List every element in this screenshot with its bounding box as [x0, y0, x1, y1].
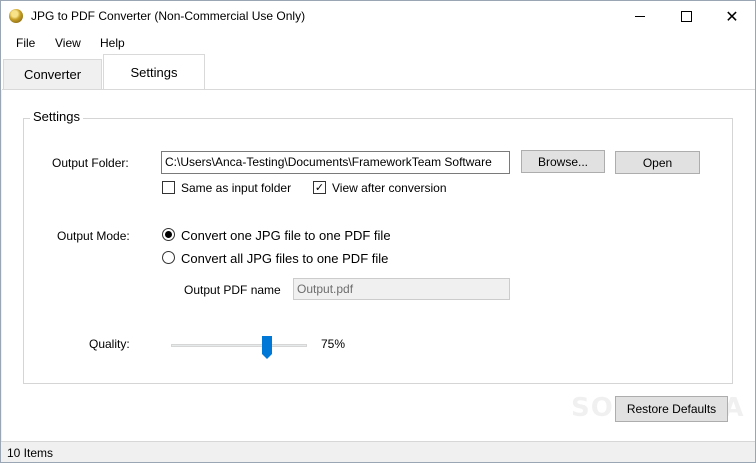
output-folder-label: Output Folder:: [52, 156, 129, 170]
quality-slider-track[interactable]: [171, 344, 307, 347]
view-after-conversion-label[interactable]: View after conversion: [332, 181, 447, 195]
radio-one-to-one-label[interactable]: Convert one JPG file to one PDF file: [181, 228, 391, 243]
radio-one-to-one[interactable]: [162, 228, 175, 241]
menu-help[interactable]: Help: [100, 36, 125, 50]
output-folder-input[interactable]: C:\Users\Anca-Testing\Documents\Framewor…: [161, 151, 510, 174]
radio-all-to-one[interactable]: [162, 251, 175, 264]
menu-file[interactable]: File: [16, 36, 35, 50]
quality-label: Quality:: [89, 337, 130, 351]
maximize-icon: [680, 11, 692, 22]
checkmark-icon: ✓: [314, 181, 325, 194]
app-window: JPG to PDF Converter (Non-Commercial Use…: [0, 0, 756, 463]
app-disc-icon: [9, 9, 23, 23]
minimize-button[interactable]: [617, 1, 663, 32]
open-button[interactable]: Open: [615, 151, 700, 174]
output-pdf-name-label: Output PDF name: [184, 283, 281, 297]
window-title: JPG to PDF Converter (Non-Commercial Use…: [31, 9, 306, 23]
quality-slider-thumb[interactable]: [262, 336, 272, 359]
same-as-input-label[interactable]: Same as input folder: [181, 181, 291, 195]
quality-value: 75%: [321, 337, 346, 351]
status-bar: 10 Items: [1, 441, 755, 462]
browse-button[interactable]: Browse...: [521, 150, 605, 173]
tab-converter[interactable]: Converter: [3, 59, 102, 89]
output-mode-label: Output Mode:: [57, 229, 130, 243]
view-after-conversion-checkbox[interactable]: ✓: [313, 181, 326, 194]
close-button[interactable]: ✕: [709, 1, 755, 32]
output-pdf-name-input[interactable]: Output.pdf: [293, 278, 510, 300]
tab-settings[interactable]: Settings: [103, 54, 205, 90]
status-item-count: 10 Items: [7, 446, 54, 460]
tab-strip: Converter Settings: [1, 54, 755, 90]
same-as-input-checkbox[interactable]: [162, 181, 175, 194]
radio-all-to-one-label[interactable]: Convert all JPG files to one PDF file: [181, 251, 388, 266]
menu-view[interactable]: View: [55, 36, 81, 50]
settings-group-title: Settings: [30, 109, 83, 124]
close-icon: ✕: [725, 6, 739, 26]
restore-defaults-button[interactable]: Restore Defaults: [615, 396, 728, 422]
minimize-icon: [635, 16, 645, 17]
menu-bar: File View Help: [1, 32, 755, 54]
title-bar[interactable]: JPG to PDF Converter (Non-Commercial Use…: [1, 1, 755, 32]
maximize-button[interactable]: [663, 1, 709, 32]
